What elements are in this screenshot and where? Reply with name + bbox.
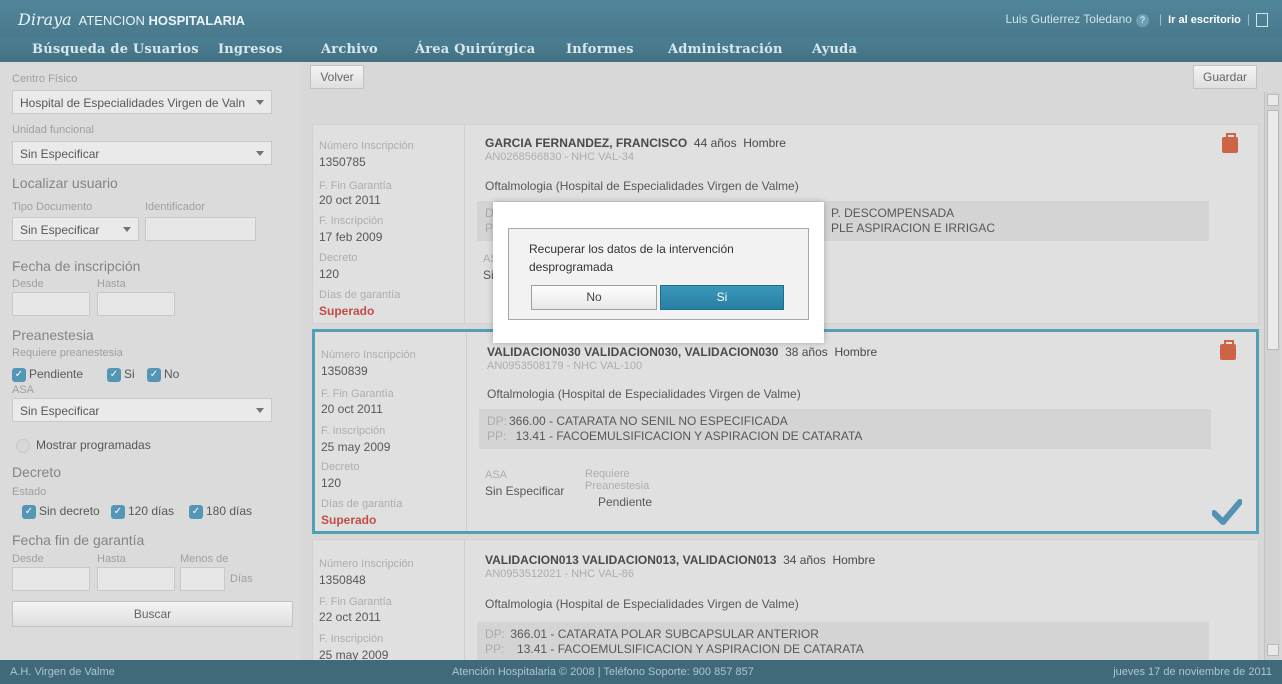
si-button[interactable]: Si — [660, 285, 784, 310]
dialog-panel: Recuperar los datos de la intervención d… — [508, 228, 809, 320]
confirm-dialog: Recuperar los datos de la intervención d… — [493, 202, 824, 343]
no-button[interactable]: No — [531, 285, 657, 310]
dialog-message: Recuperar los datos de la intervención d… — [529, 242, 734, 274]
